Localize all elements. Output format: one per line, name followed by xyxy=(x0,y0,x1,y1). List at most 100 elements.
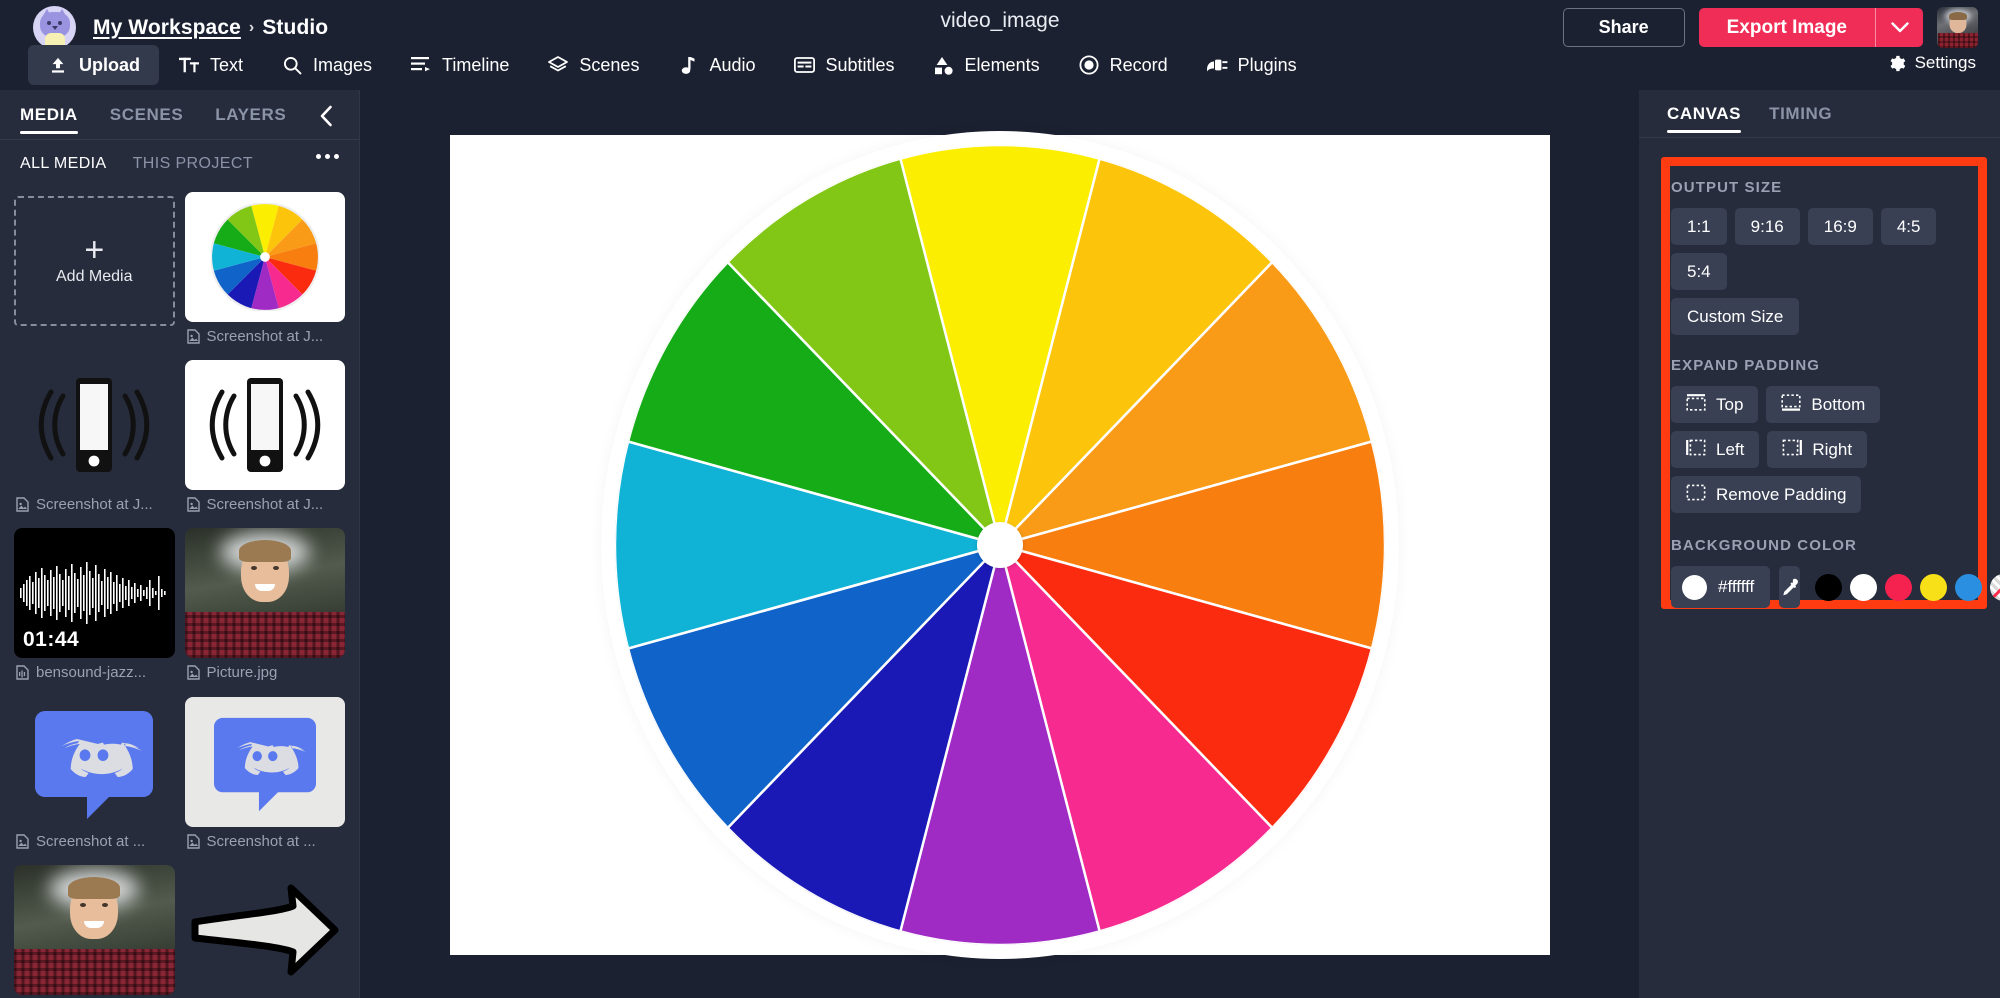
sidebar-tabs: MEDIA SCENES LAYERS xyxy=(0,90,359,140)
nav-item-timeline[interactable]: Timeline xyxy=(391,45,528,85)
ratio-button-9-16[interactable]: 9:16 xyxy=(1735,208,1800,245)
background-hex-field[interactable]: #ffffff xyxy=(1671,566,1770,608)
media-item[interactable]: Screenshot at ... xyxy=(185,697,346,865)
padding-row-3: Remove Padding xyxy=(1671,476,1977,513)
sidebar-tab-scenes[interactable]: SCENES xyxy=(110,90,184,140)
swatch-white[interactable] xyxy=(1850,574,1877,601)
layers-icon xyxy=(547,56,569,75)
tab-timing[interactable]: TIMING xyxy=(1769,90,1832,138)
media-thumbnail[interactable] xyxy=(185,697,346,827)
canvas-settings-body: OUTPUT SIZE 1:1 9:16 16:9 4:5 5:4 Custom… xyxy=(1671,167,1977,608)
media-item-label-row: Screenshot at J... xyxy=(14,490,175,525)
canvas-settings-panel: CANVAS TIMING OUTPUT SIZE 1:1 9:16 16:9 … xyxy=(1639,90,2000,998)
nav-label: Plugins xyxy=(1238,55,1297,76)
nav-item-record[interactable]: Record xyxy=(1059,45,1187,85)
sidebar-tab-media[interactable]: MEDIA xyxy=(20,90,78,140)
ratio-button-1-1[interactable]: 1:1 xyxy=(1671,208,1727,245)
eyedropper-icon xyxy=(1779,577,1800,598)
audio-duration: 01:44 xyxy=(23,628,79,652)
swatch-black[interactable] xyxy=(1815,574,1842,601)
custom-size-button[interactable]: Custom Size xyxy=(1671,298,1799,335)
media-thumbnail[interactable] xyxy=(14,697,175,827)
ratio-button-4-5[interactable]: 4:5 xyxy=(1881,208,1937,245)
padding-right-label: Right xyxy=(1812,440,1852,460)
sidebar-tab-layers[interactable]: LAYERS xyxy=(215,90,286,140)
nav-item-scenes[interactable]: Scenes xyxy=(528,45,658,85)
swatch-blue[interactable] xyxy=(1955,574,1982,601)
media-item[interactable]: Screenshot at ... xyxy=(14,697,175,865)
share-button[interactable]: Share xyxy=(1563,8,1685,47)
main-nav: Upload Text Images Timeline Scenes Audio xyxy=(28,44,1316,86)
chevron-left-icon xyxy=(319,105,334,127)
ratio-button-16-9[interactable]: 16:9 xyxy=(1808,208,1873,245)
media-thumbnail[interactable] xyxy=(14,360,175,490)
media-item[interactable]: Picture.jpg xyxy=(185,528,346,696)
swatch-red[interactable] xyxy=(1885,574,1912,601)
nav-label: Audio xyxy=(709,55,755,76)
workspace-avatar[interactable] xyxy=(33,6,76,49)
nav-item-elements[interactable]: Elements xyxy=(914,45,1059,85)
filter-this-project[interactable]: THIS PROJECT xyxy=(133,155,253,173)
canvas-panel-tabs: CANVAS TIMING xyxy=(1639,90,2000,138)
ratio-button-5-4[interactable]: 5:4 xyxy=(1671,253,1727,290)
media-thumbnail[interactable] xyxy=(185,360,346,490)
media-item[interactable]: 01:44 bensound-jazz... xyxy=(14,528,175,696)
remove-padding-button[interactable]: Remove Padding xyxy=(1671,476,1861,513)
canvas-document[interactable] xyxy=(450,135,1550,955)
nav-item-subtitles[interactable]: Subtitles xyxy=(775,45,914,85)
padding-row-1: Top Bottom xyxy=(1671,386,1977,423)
nav-item-plugins[interactable]: Plugins xyxy=(1187,45,1316,85)
media-item[interactable]: Screenshot at J... xyxy=(185,360,346,528)
media-grid: + Add Media xyxy=(0,188,359,998)
nav-item-upload[interactable]: Upload xyxy=(28,45,159,85)
media-item[interactable] xyxy=(14,865,175,998)
collapse-sidebar-button[interactable] xyxy=(313,103,339,129)
plug-icon xyxy=(1206,57,1228,73)
export-options-dropdown-button[interactable] xyxy=(1875,8,1923,47)
nav-item-images[interactable]: Images xyxy=(262,45,391,85)
media-thumbnail[interactable] xyxy=(185,528,346,658)
media-item[interactable]: Screenshot at J... xyxy=(14,360,175,528)
preset-swatches xyxy=(1815,574,2000,601)
add-media-button[interactable]: + Add Media xyxy=(14,196,175,326)
media-thumbnail[interactable] xyxy=(185,865,346,995)
media-thumbnail[interactable] xyxy=(14,865,175,995)
media-item-label-row: Screenshot at ... xyxy=(14,827,175,862)
settings-button[interactable]: Settings xyxy=(1887,53,1976,73)
image-file-icon xyxy=(16,834,29,849)
tab-canvas[interactable]: CANVAS xyxy=(1667,90,1741,138)
nav-label: Timeline xyxy=(442,55,509,76)
media-item-name: bensound-jazz... xyxy=(36,664,146,681)
background-color-title: BACKGROUND COLOR xyxy=(1671,537,1977,554)
filter-all-media[interactable]: ALL MEDIA xyxy=(20,155,107,173)
image-file-icon xyxy=(187,497,200,512)
swatch-transparent[interactable] xyxy=(1990,574,2000,601)
media-item[interactable] xyxy=(185,865,346,998)
nav-item-text[interactable]: Text xyxy=(159,45,262,85)
phone-vibrate-icon xyxy=(185,360,346,490)
nav-label: Record xyxy=(1110,55,1168,76)
padding-right-button[interactable]: Right xyxy=(1767,431,1867,468)
image-file-icon xyxy=(187,329,200,344)
user-avatar[interactable] xyxy=(1937,7,1978,48)
breadcrumb-workspace[interactable]: My Workspace xyxy=(93,16,241,40)
media-thumbnail[interactable] xyxy=(185,192,346,322)
color-wheel-icon xyxy=(211,203,319,311)
export-image-button[interactable]: Export Image xyxy=(1699,8,1875,47)
eyedropper-button[interactable] xyxy=(1779,566,1800,608)
color-wheel-hub xyxy=(977,522,1023,568)
nav-label: Scenes xyxy=(579,55,639,76)
color-wheel-artwork[interactable] xyxy=(615,145,1385,945)
more-horizontal-icon[interactable] xyxy=(316,154,339,159)
swatch-yellow[interactable] xyxy=(1920,574,1947,601)
padding-top-button[interactable]: Top xyxy=(1671,386,1758,423)
breadcrumb-section[interactable]: Studio xyxy=(262,16,328,40)
padding-left-button[interactable]: Left xyxy=(1671,431,1759,468)
expand-padding-title: EXPAND PADDING xyxy=(1671,357,1977,374)
media-item-name: Screenshot at J... xyxy=(36,496,153,513)
media-item[interactable]: Screenshot at J... xyxy=(185,192,346,360)
media-thumbnail[interactable]: 01:44 xyxy=(14,528,175,658)
nav-label: Subtitles xyxy=(826,55,895,76)
padding-bottom-button[interactable]: Bottom xyxy=(1766,386,1880,423)
nav-item-audio[interactable]: Audio xyxy=(658,45,774,85)
